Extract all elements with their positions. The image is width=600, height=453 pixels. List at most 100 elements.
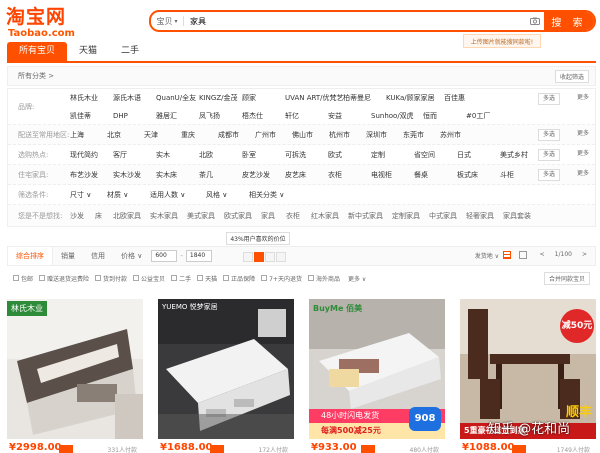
filter-option[interactable]: 可拆洗 [285, 146, 328, 164]
price-segment[interactable] [276, 252, 286, 262]
filter-option[interactable]: 皮艺沙发 [242, 166, 285, 184]
filter-option[interactable]: QuanU/全友 [156, 89, 199, 107]
more-services-button[interactable]: 更多 ∨ [348, 274, 366, 283]
camera-icon[interactable] [526, 12, 544, 30]
multi-select-button[interactable]: 多选 [537, 169, 560, 181]
suggestion-link[interactable]: 家具 [261, 207, 286, 225]
price-min-input[interactable]: 600 [151, 250, 178, 262]
filter-option[interactable]: 茶几 [199, 166, 242, 184]
product-image[interactable]: YUEMO 悦梦家居 [158, 299, 294, 439]
suggestion-link[interactable]: 欧式家具 [224, 207, 261, 225]
filter-option[interactable]: 板式床 [457, 166, 500, 184]
suggestion-link[interactable]: 沙发 [70, 207, 95, 225]
checkbox-charity[interactable]: 公益宝贝 [133, 274, 165, 283]
checkbox-cod[interactable]: 货到付款 [95, 274, 127, 283]
filter-option[interactable]: 百佳惠 [444, 89, 487, 107]
checkbox-overseas[interactable]: 海外商品 [307, 274, 340, 283]
filter-option[interactable]: 北欧 [199, 146, 242, 164]
tab-second-hand[interactable]: 二手 [109, 42, 151, 61]
sort-sales[interactable]: 销量 [53, 247, 83, 265]
checkbox-return-insurance[interactable]: 赠送退货运费险 [39, 274, 89, 283]
filter-option[interactable]: 天津 [144, 126, 181, 144]
suggestion-link[interactable]: 新中式家具 [348, 207, 392, 225]
product-card[interactable]: BuyMe 佰美 48小时闪电发货 每满500减25元 908 ¥933.00 … [309, 299, 445, 453]
product-image[interactable]: 林氏木业 [7, 299, 143, 439]
next-page-button[interactable]: > [582, 251, 587, 258]
filter-option[interactable]: DHP [113, 107, 156, 125]
tab-all-items[interactable]: 所有宝贝 [7, 42, 68, 61]
filter-option[interactable]: 电视柜 [371, 166, 414, 184]
product-card[interactable]: 林氏木业 ¥2998.00 331人付款 [7, 299, 143, 453]
suggestion-link[interactable]: 北欧家具 [113, 207, 150, 225]
filter-option[interactable]: 皮艺床 [285, 166, 328, 184]
filter-option[interactable]: 重庆 [181, 126, 218, 144]
filter-option[interactable]: 卧室 [242, 146, 285, 164]
suggestion-link[interactable]: 实木家具 [150, 207, 187, 225]
filter-option[interactable]: 客厅 [113, 146, 156, 164]
filter-option[interactable]: 餐桌 [414, 166, 457, 184]
filter-option[interactable]: 上海 [70, 126, 107, 144]
filter-option[interactable]: KUKa/顾家家居 [386, 89, 444, 107]
filter-option[interactable]: #0工厂 [466, 107, 509, 125]
filter-option[interactable]: 斗柜 [500, 166, 543, 184]
filter-option[interactable]: 安益 [328, 107, 371, 125]
more-button[interactable]: 更多 [577, 149, 589, 159]
filter-option[interactable]: 林氏木业 [70, 89, 113, 107]
filter-dropdown[interactable]: 相关分类 ∨ [249, 186, 309, 204]
price-segment[interactable] [254, 252, 264, 262]
filter-option[interactable]: 衣柜 [328, 166, 371, 184]
suggestion-link[interactable]: 家具套装 [503, 207, 540, 225]
tab-tmall[interactable]: 天猫 [67, 42, 109, 61]
filter-option[interactable]: 实木沙发 [113, 166, 156, 184]
product-image[interactable]: BuyMe 佰美 48小时闪电发货 每满500减25元 908 [309, 299, 445, 439]
suggestion-link[interactable]: 定制家具 [392, 207, 429, 225]
filter-option[interactable]: 东莞市 [403, 126, 440, 144]
filter-option[interactable]: UVAN ART/优梵艺术 [285, 89, 343, 107]
filter-option[interactable]: 源氏木语 [113, 89, 156, 107]
filter-dropdown[interactable]: 尺寸 ∨ [70, 186, 107, 204]
price-segment[interactable] [265, 252, 275, 262]
checkbox-genuine[interactable]: 正品保障 [223, 274, 255, 283]
sort-credit[interactable]: 信用 [83, 247, 113, 265]
checkbox-free-shipping[interactable]: 包邮 [13, 274, 33, 283]
filter-option[interactable]: 成都市 [218, 126, 255, 144]
multi-select-button[interactable]: 多选 [537, 129, 560, 141]
more-button[interactable]: 更多 [577, 93, 589, 103]
filter-option[interactable]: 北京 [107, 126, 144, 144]
sort-comprehensive[interactable]: 综合排序 [8, 247, 53, 265]
filter-option[interactable]: 佛山市 [292, 126, 329, 144]
filter-option[interactable]: 定制 [371, 146, 414, 164]
filter-dropdown[interactable]: 适用人数 ∨ [150, 186, 206, 204]
product-card[interactable]: YUEMO 悦梦家居 ¥1688.00 172人付款 [158, 299, 294, 453]
more-button[interactable]: 更多 [577, 169, 589, 179]
multi-select-button[interactable]: 多选 [537, 93, 560, 105]
grid-view-icon[interactable] [503, 251, 511, 259]
filter-option[interactable]: 雅居汇 [156, 107, 199, 125]
checkbox-tmall[interactable]: 天猫 [197, 274, 217, 283]
filter-option[interactable]: 顾家 [242, 89, 285, 107]
suggestion-link[interactable]: 红木家具 [311, 207, 348, 225]
multi-select-button[interactable]: 多选 [537, 149, 560, 161]
filter-dropdown[interactable]: 风格 ∨ [206, 186, 249, 204]
suggestion-link[interactable]: 中式家具 [429, 207, 466, 225]
filter-option[interactable]: 凯佳蒂 [70, 107, 113, 125]
checkbox-second-hand[interactable]: 二手 [171, 274, 191, 283]
price-max-input[interactable]: 1840 [185, 250, 212, 262]
sort-price[interactable]: 价格 ∨ [113, 247, 150, 265]
suggestion-link[interactable]: 床 [95, 207, 113, 225]
merge-same-items-button[interactable]: 合并同款宝贝 [543, 272, 590, 285]
filter-option[interactable]: 苏州市 [440, 126, 477, 144]
filter-option[interactable]: 凤飞扬 [199, 107, 242, 125]
filter-option[interactable]: 实木 [156, 146, 199, 164]
filter-option[interactable]: 日式 [457, 146, 500, 164]
filter-dropdown[interactable]: 材质 ∨ [107, 186, 150, 204]
filter-option[interactable]: 实木床 [156, 166, 199, 184]
filter-option[interactable]: 广州市 [255, 126, 292, 144]
ship-from-dropdown[interactable]: 发货地 ∨ [475, 251, 499, 260]
list-view-icon[interactable] [519, 251, 527, 259]
suggestion-link[interactable]: 衣柜 [286, 207, 311, 225]
filter-option[interactable]: 深圳市 [366, 126, 403, 144]
breadcrumb-all-categories[interactable]: 所有分类 > [18, 71, 54, 81]
search-button[interactable]: 搜 索 [544, 12, 594, 30]
filter-option[interactable]: 现代简约 [70, 146, 113, 164]
